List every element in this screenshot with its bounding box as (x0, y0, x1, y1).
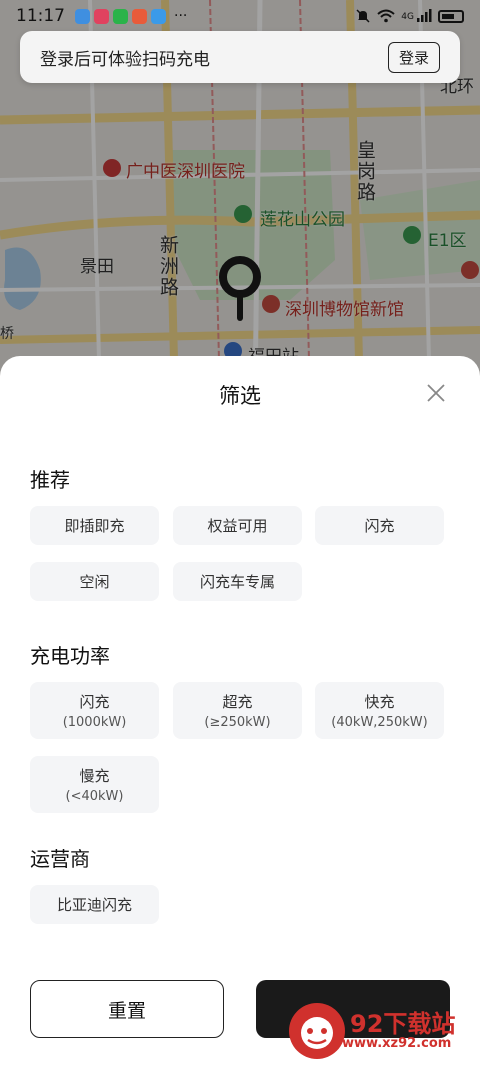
chip-label: 权益可用 (207, 517, 268, 535)
chip-label: 比亚迪闪充 (56, 896, 132, 914)
section-title-recommend: 推荐 (30, 468, 70, 492)
chip-label: 慢充 (79, 767, 110, 785)
chip-power-slow[interactable]: 慢充 (<40kW) (30, 756, 159, 813)
reset-button[interactable]: 重置 (30, 980, 224, 1038)
chip-label: 即插即充 (64, 517, 125, 535)
chip-label: 快充 (364, 693, 395, 711)
chip-sublabel: (≥250kW) (204, 715, 271, 730)
app-notification-icon (75, 8, 90, 24)
login-button[interactable]: 登录 (387, 41, 440, 73)
login-banner: 登录后可体验扫码充电 登录 (20, 31, 460, 83)
filter-sheet: 筛选 推荐 即插即充 权益可用 闪充 空闲 闪充车专属 充电功率 闪充 (100… (0, 356, 480, 1067)
chip-power-super[interactable]: 超充 (≥250kW) (173, 682, 302, 739)
chip-idle[interactable]: 空闲 (30, 562, 159, 601)
sheet-title: 筛选 (219, 384, 261, 408)
chip-label: 空闲 (79, 573, 110, 591)
watermark-name: 92下载站 (350, 1010, 456, 1038)
cloud-icon (151, 8, 166, 24)
signal-icon (417, 9, 432, 22)
chip-flash-charge[interactable]: 闪充 (315, 506, 444, 545)
watermark-logo-icon (289, 1003, 345, 1059)
chip-label: 闪充 (79, 693, 110, 711)
mute-bell-icon (356, 9, 370, 23)
section-title-power: 充电功率 (30, 644, 110, 668)
chip-operator-byd-flash[interactable]: 比亚迪闪充 (30, 885, 159, 924)
status-bar: 11:17 ··· 4G (0, 0, 480, 32)
chip-benefits-available[interactable]: 权益可用 (173, 506, 302, 545)
wechat-icon (113, 8, 128, 24)
status-time: 11:17 (16, 6, 65, 26)
chip-sublabel: (40kW,250kW) (331, 715, 428, 730)
chip-plug-and-charge[interactable]: 即插即充 (30, 506, 159, 545)
more-notifications-icon: ··· (174, 8, 188, 24)
chip-power-fast[interactable]: 快充 (40kW,250kW) (315, 682, 444, 739)
status-system-icons: 4G (355, 8, 464, 24)
status-notification-icons: ··· (75, 8, 187, 24)
chip-sublabel: (1000kW) (62, 715, 127, 730)
close-icon[interactable] (425, 382, 447, 404)
location-pin-icon[interactable] (219, 256, 261, 322)
battery-icon (438, 9, 464, 23)
chip-label: 闪充车专属 (199, 573, 275, 591)
chip-power-flash[interactable]: 闪充 (1000kW) (30, 682, 159, 739)
app-notification-icon (132, 8, 147, 24)
wifi-icon (377, 9, 395, 23)
chip-sublabel: (<40kW) (65, 789, 124, 804)
chip-label: 闪充 (364, 517, 395, 535)
network-type-label: 4G (401, 12, 414, 22)
login-banner-text: 登录后可体验扫码充电 (40, 49, 210, 70)
chip-label: 超充 (222, 693, 253, 711)
app-notification-icon (94, 8, 109, 24)
section-title-operator: 运营商 (30, 847, 90, 871)
site-watermark: 92下载站 www.xz92.com (282, 994, 480, 1067)
watermark-url: www.xz92.com (342, 1036, 452, 1051)
chip-flash-car-exclusive[interactable]: 闪充车专属 (173, 562, 302, 601)
